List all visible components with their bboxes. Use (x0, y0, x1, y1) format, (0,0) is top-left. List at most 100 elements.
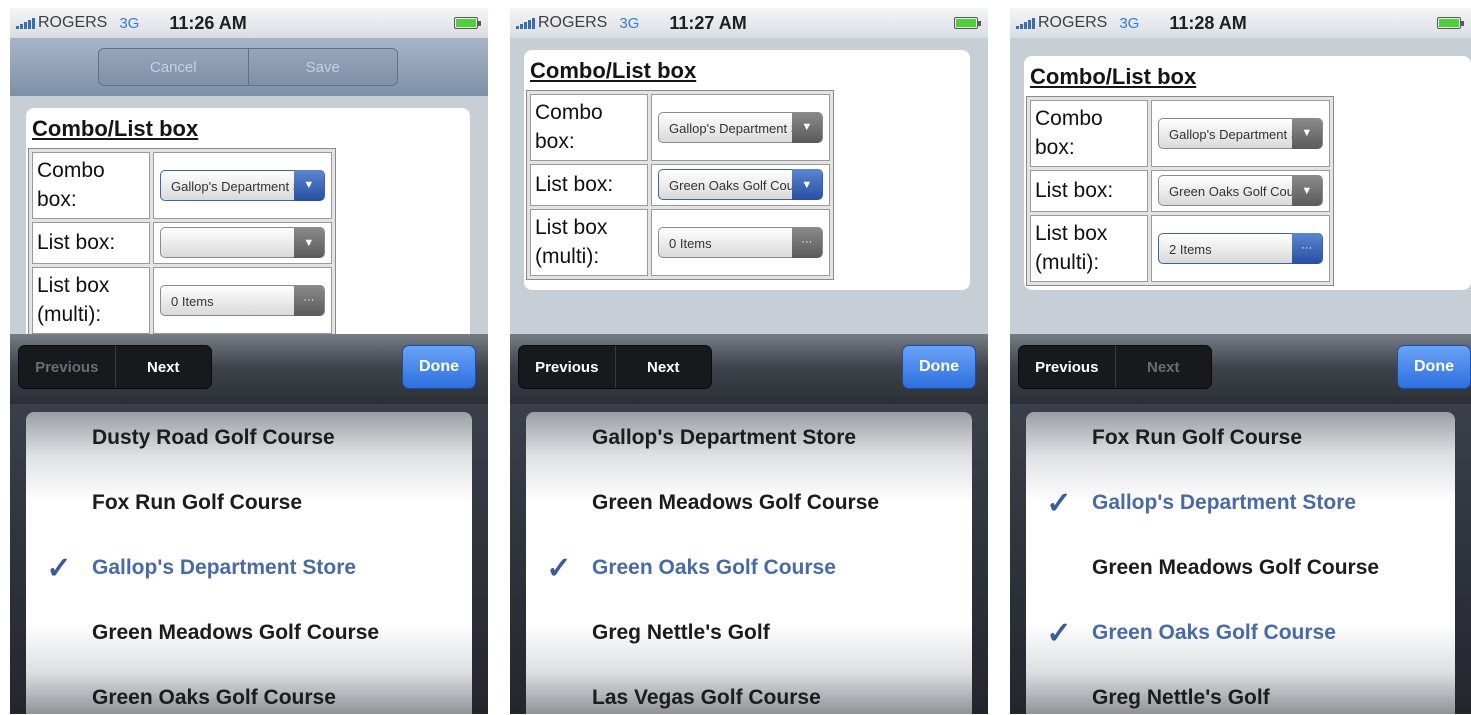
combo-box-label: Combo box: (530, 94, 648, 161)
picker-row-selected[interactable]: ✓ Green Oaks Golf Course (526, 548, 972, 588)
list-box-multi-select[interactable]: 0 Items ··· (160, 284, 325, 316)
nav-bar: Cancel Save (10, 38, 488, 96)
picker-row[interactable]: Green Meadows Golf Course (1026, 548, 1455, 588)
picker-row-label: Greg Nettle's Golf (592, 621, 770, 644)
picker-row-label: Greg Nettle's Golf (1092, 686, 1270, 709)
status-time: 11:28 AM (1169, 12, 1247, 33)
picker-row-label: Gallop's Department Store (92, 556, 357, 579)
combo-box-label: Combo box: (32, 152, 150, 219)
keyboard-toolbar: Previous Next Done (1010, 334, 1471, 404)
list-box-select[interactable]: ▼ (160, 227, 325, 259)
battery-icon (954, 17, 981, 29)
picker-row-label: Gallop's Department Store (1092, 491, 1357, 514)
picker-row-label: Fox Run Golf Course (1092, 426, 1302, 449)
triangle-down-icon: ▼ (791, 169, 822, 201)
prev-next-segment: Previous Next (18, 345, 212, 389)
picker-row-label: Dusty Road Golf Course (92, 426, 335, 449)
picker-row[interactable]: Greg Nettle's Golf (1026, 678, 1455, 714)
picker-row-selected[interactable]: ✓ Gallop's Department Store (26, 548, 472, 588)
picker-row-label: Green Oaks Golf Course (592, 556, 836, 579)
picker-row-label: Gallop's Department Store (592, 426, 857, 449)
list-box-multi-select[interactable]: 2 Items ··· (1158, 232, 1323, 264)
list-box-multi-value: 0 Items (669, 235, 712, 251)
picker-row-label: Green Oaks Golf Course (1092, 621, 1336, 644)
status-time: 11:26 AM (169, 12, 247, 33)
form-title: Combo/List box (530, 58, 697, 83)
list-box-label: List box: (32, 221, 150, 264)
signal-icon (516, 17, 535, 29)
picker: Fox Run Golf Course ✓ Gallop's Departmen… (1010, 404, 1471, 714)
picker-row[interactable]: Greg Nettle's Golf (526, 613, 972, 653)
picker-row-label: Green Meadows Golf Course (592, 491, 880, 514)
list-box-multi-label: List box (multi): (530, 208, 648, 276)
picker-row[interactable]: Gallop's Department Store (526, 418, 972, 458)
combo-box-select[interactable]: Gallop's Department Store ▼ (160, 169, 325, 201)
triangle-down-icon: ▼ (293, 227, 324, 259)
phone-screen-1: ROGERS 3G 11:26 AM Cancel Save Combo/Lis… (10, 8, 488, 714)
picker-wheel[interactable]: Dusty Road Golf Course Fox Run Golf Cour… (26, 412, 472, 714)
picker-row-label: Green Oaks Golf Course (92, 686, 336, 709)
picker-row[interactable]: Fox Run Golf Course (26, 483, 472, 523)
previous-button[interactable]: Previous (1019, 346, 1115, 388)
picker-row-selected[interactable]: ✓ Gallop's Department Store (1026, 483, 1455, 523)
keyboard-toolbar: Previous Next Done (510, 334, 988, 404)
list-box-label: List box: (530, 163, 648, 206)
picker: Dusty Road Golf Course Fox Run Golf Cour… (10, 404, 488, 714)
checkmark-icon: ✓ (1046, 486, 1072, 520)
picker-row[interactable]: Green Meadows Golf Course (526, 483, 972, 523)
ellipsis-icon: ··· (791, 226, 822, 258)
form-title: Combo/List box (32, 116, 199, 141)
list-box-multi-label: List box (multi): (1030, 214, 1148, 282)
picker-row[interactable]: Las Vegas Golf Course (526, 678, 972, 714)
previous-button[interactable]: Previous (19, 346, 115, 388)
combo-box-select[interactable]: Gallop's Department Store ▼ (1158, 117, 1323, 149)
ellipsis-icon: ··· (293, 284, 324, 316)
ellipsis-icon: ··· (1291, 232, 1322, 264)
done-button[interactable]: Done (902, 345, 976, 389)
picker-wheel[interactable]: Gallop's Department Store Green Meadows … (526, 412, 972, 714)
form-table: Combo box: Gallop's Department Store ▼ L… (28, 148, 336, 338)
status-time: 11:27 AM (669, 12, 747, 33)
network-type: 3G (619, 14, 640, 32)
battery-icon (454, 17, 481, 29)
phone-screen-3: ROGERS 3G 11:28 AM Combo/List box Combo … (1010, 8, 1471, 714)
triangle-down-icon: ▼ (1291, 175, 1322, 207)
next-button[interactable]: Next (1114, 346, 1212, 388)
picker-row[interactable]: Fox Run Golf Course (1026, 418, 1455, 458)
signal-icon (16, 17, 35, 29)
picker-row[interactable]: Dusty Road Golf Course (26, 418, 472, 458)
form-table: Combo box: Gallop's Department Store ▼ L… (1026, 96, 1334, 286)
battery-icon (1437, 17, 1464, 29)
picker-row-selected[interactable]: ✓ Green Oaks Golf Course (1026, 613, 1455, 653)
done-button[interactable]: Done (402, 345, 476, 389)
picker-row[interactable]: Green Oaks Golf Course (26, 678, 472, 714)
status-bar: ROGERS 3G 11:28 AM (1010, 8, 1471, 38)
list-box-value: Green Oaks Golf Course (669, 178, 813, 194)
cancel-save-segment: Cancel Save (98, 48, 398, 86)
list-box-multi-select[interactable]: 0 Items ··· (658, 226, 823, 258)
list-box-select[interactable]: Green Oaks Golf Course ▼ (658, 169, 823, 201)
save-button[interactable]: Save (247, 49, 397, 85)
carrier-name: ROGERS (1038, 14, 1108, 31)
picker-row-label: Las Vegas Golf Course (592, 686, 821, 709)
list-box-multi-value: 2 Items (1169, 241, 1212, 257)
previous-button[interactable]: Previous (519, 346, 615, 388)
picker-wheel[interactable]: Fox Run Golf Course ✓ Gallop's Departmen… (1026, 412, 1455, 714)
triangle-down-icon: ▼ (791, 111, 822, 143)
next-button[interactable]: Next (114, 346, 212, 388)
picker-row-label: Fox Run Golf Course (92, 491, 302, 514)
list-box-value: Green Oaks Golf Course (1169, 184, 1313, 200)
form-table: Combo box: Gallop's Department Store ▼ L… (526, 90, 834, 280)
combo-box-select[interactable]: Gallop's Department Store ▼ (658, 111, 823, 143)
picker-row-label: Green Meadows Golf Course (92, 621, 380, 644)
next-button[interactable]: Next (614, 346, 712, 388)
cancel-button[interactable]: Cancel (99, 49, 248, 85)
list-box-select[interactable]: Green Oaks Golf Course ▼ (1158, 175, 1323, 207)
picker-row[interactable]: Green Meadows Golf Course (26, 613, 472, 653)
status-bar: ROGERS 3G 11:27 AM (510, 8, 988, 38)
list-box-multi-label: List box (multi): (32, 266, 150, 334)
form-card: Combo/List box Combo box: Gallop's Depar… (524, 50, 970, 290)
done-button[interactable]: Done (1397, 345, 1471, 389)
form-title: Combo/List box (1030, 64, 1197, 89)
prev-next-segment: Previous Next (518, 345, 712, 389)
